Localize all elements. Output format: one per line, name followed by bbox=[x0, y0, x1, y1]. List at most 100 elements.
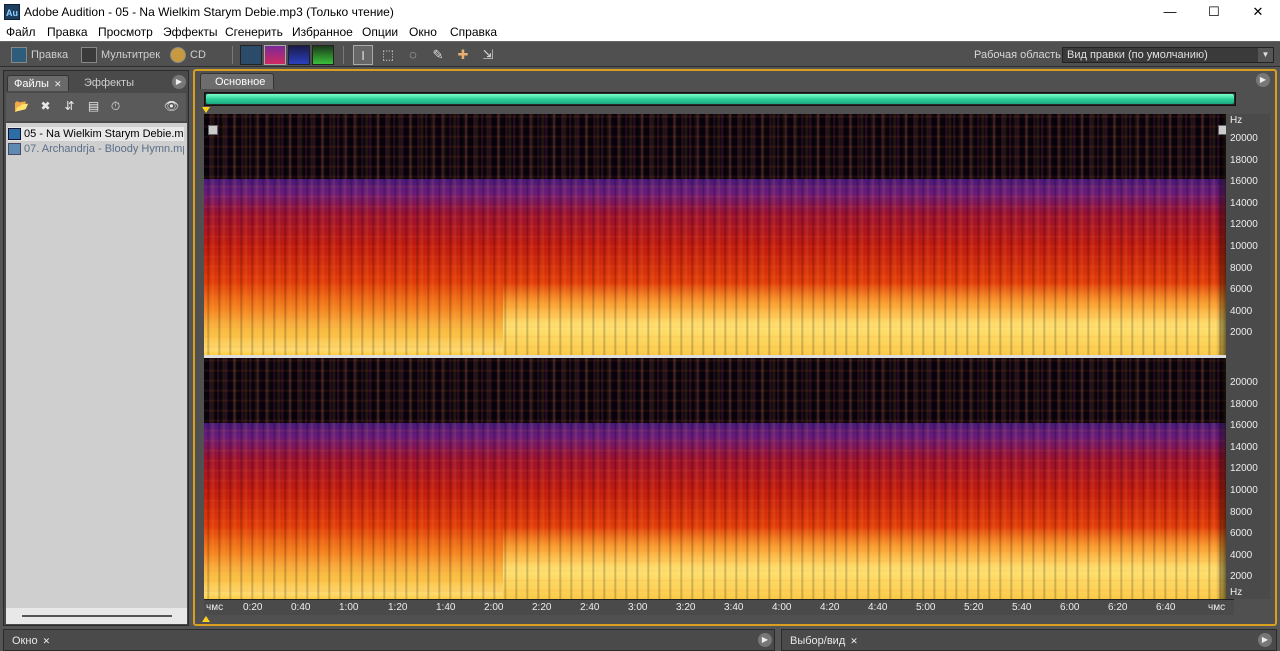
open-file-icon[interactable]: 📂 bbox=[14, 99, 29, 114]
time-ruler[interactable]: чмс 0:20 0:40 1:00 1:20 1:40 2:00 2:20 2… bbox=[204, 599, 1234, 615]
tab-effects-label: Эффекты bbox=[84, 77, 135, 89]
menu-options[interactable]: Опции bbox=[362, 25, 398, 39]
time-label: 1:40 bbox=[436, 602, 456, 613]
time-selection-tool-icon[interactable]: I bbox=[353, 45, 373, 65]
maximize-button[interactable]: ☐ bbox=[1192, 0, 1236, 23]
marquee-tool-icon[interactable]: ⬚ bbox=[378, 45, 398, 65]
main-editor-panel: Основное ▶ Hz 20000 18000 16000 14000 12… bbox=[193, 69, 1277, 626]
tab-window[interactable]: Окно ✕ bbox=[6, 633, 56, 649]
scrollbar-thumb[interactable] bbox=[22, 615, 172, 617]
hz-label: 20000 bbox=[1230, 133, 1258, 144]
tab-effects[interactable]: Эффекты bbox=[78, 75, 140, 91]
hz-label: 18000 bbox=[1230, 155, 1258, 166]
toolbar-separator bbox=[343, 46, 344, 64]
hz-label: 12000 bbox=[1230, 219, 1258, 230]
close-button[interactable]: ✕ bbox=[1236, 0, 1280, 23]
menu-view[interactable]: Просмотр bbox=[98, 25, 153, 39]
time-label: 5:40 bbox=[1012, 602, 1032, 613]
hz-label: 2000 bbox=[1230, 327, 1253, 338]
cd-icon bbox=[170, 47, 186, 63]
panel-menu-icon[interactable]: ▶ bbox=[758, 633, 772, 647]
menu-edit[interactable]: Правка bbox=[47, 25, 88, 39]
hz-label: 6000 bbox=[1230, 284, 1253, 295]
edit-view-label: Правка bbox=[31, 49, 69, 61]
hz-label: 10000 bbox=[1230, 485, 1258, 496]
hz-label: 14000 bbox=[1230, 442, 1258, 453]
menu-favorites[interactable]: Избранное bbox=[292, 25, 353, 39]
tab-main[interactable]: Основное bbox=[200, 73, 275, 89]
list-item[interactable]: 05 - Na Wielkim Starym Debie.mp3 bbox=[8, 127, 184, 141]
edit-view-icon bbox=[11, 47, 27, 63]
tab-selection-view[interactable]: Выбор/вид ✕ bbox=[784, 633, 864, 649]
lasso-tool-icon[interactable]: ◌ bbox=[403, 45, 423, 65]
menu-bar: Файл Правка Просмотр Эффекты Сгенерить И… bbox=[0, 23, 1280, 41]
channel-left[interactable] bbox=[204, 114, 1234, 355]
hz-label: 8000 bbox=[1230, 507, 1253, 518]
hz-label: 20000 bbox=[1230, 377, 1258, 388]
time-label: 4:00 bbox=[772, 602, 792, 613]
panel-menu-icon[interactable]: ▶ bbox=[1258, 633, 1272, 647]
edit-view-button[interactable]: Правка bbox=[9, 45, 68, 65]
workspace-select[interactable]: Вид правки (по умолчанию) ▼ bbox=[1062, 47, 1274, 63]
hz-label: 18000 bbox=[1230, 399, 1258, 410]
file-name: 07. Archandrja - Bloody Hymn.mp3 bbox=[24, 143, 184, 155]
files-panel: Файлы ✕ Эффекты ▶ 📂 ✖ ⇵ ▤ ⏱ 👁 05 - Na Wie… bbox=[3, 70, 189, 626]
tab-files-label: Файлы bbox=[14, 78, 49, 90]
audio-file-icon bbox=[8, 143, 21, 155]
overview-range[interactable] bbox=[206, 94, 1234, 104]
waveform-view-button[interactable] bbox=[240, 45, 262, 65]
multitrack-view-button[interactable]: Мультитрек bbox=[79, 45, 160, 65]
brush-tool-icon[interactable]: ✎ bbox=[428, 45, 448, 65]
menu-file[interactable]: Файл bbox=[6, 25, 36, 39]
time-label: 1:20 bbox=[388, 602, 408, 613]
chevron-down-icon: ▼ bbox=[1258, 48, 1273, 62]
playhead-top-marker[interactable] bbox=[202, 107, 210, 113]
panel-menu-icon[interactable]: ▶ bbox=[172, 75, 186, 89]
insert-multitrack-icon[interactable]: ⇵ bbox=[62, 99, 77, 114]
time-label: 0:40 bbox=[291, 602, 311, 613]
pan-view-button[interactable] bbox=[288, 45, 310, 65]
spectral-view-button[interactable] bbox=[264, 45, 286, 65]
time-label: чмс bbox=[206, 602, 224, 613]
hz-label: 16000 bbox=[1230, 176, 1258, 187]
time-label: 2:20 bbox=[532, 602, 552, 613]
time-label: 3:40 bbox=[724, 602, 744, 613]
list-item[interactable]: 07. Archandrja - Bloody Hymn.mp3 bbox=[8, 142, 184, 156]
hz-label: 10000 bbox=[1230, 241, 1258, 252]
audio-file-icon bbox=[8, 128, 21, 140]
playhead-bottom-marker[interactable] bbox=[202, 616, 210, 622]
play-file-icon[interactable]: ⏱ bbox=[108, 99, 123, 114]
close-icon[interactable]: ✕ bbox=[850, 636, 858, 646]
time-label: 5:20 bbox=[964, 602, 984, 613]
close-icon[interactable]: ✕ bbox=[54, 79, 62, 89]
minimize-button[interactable]: — bbox=[1148, 0, 1192, 23]
time-label: 6:00 bbox=[1060, 602, 1080, 613]
tab-files[interactable]: Файлы ✕ bbox=[7, 75, 69, 91]
multitrack-icon bbox=[81, 47, 97, 63]
show-options-icon[interactable]: 👁 bbox=[164, 99, 179, 114]
phase-view-button[interactable] bbox=[312, 45, 334, 65]
menu-window[interactable]: Окно bbox=[409, 25, 437, 39]
menu-help[interactable]: Справка bbox=[450, 25, 497, 39]
menu-effects[interactable]: Эффекты bbox=[163, 25, 218, 39]
time-label: 5:00 bbox=[916, 602, 936, 613]
hz-label: Hz bbox=[1230, 587, 1243, 598]
scrub-tool-icon[interactable]: ⇲ bbox=[478, 45, 498, 65]
panel-menu-icon[interactable]: ▶ bbox=[1256, 73, 1270, 87]
close-file-icon[interactable]: ✖ bbox=[38, 99, 53, 114]
hz-label: 16000 bbox=[1230, 420, 1258, 431]
channel-right[interactable] bbox=[204, 358, 1234, 599]
tab-selection-view-label: Выбор/вид bbox=[790, 635, 846, 647]
zoom-corner-icon[interactable] bbox=[208, 125, 218, 135]
file-name: 05 - Na Wielkim Starym Debie.mp3 bbox=[24, 128, 184, 140]
spot-healing-tool-icon[interactable]: ✚ bbox=[453, 45, 473, 65]
close-icon[interactable]: ✕ bbox=[43, 636, 51, 646]
overview-bar[interactable] bbox=[204, 92, 1236, 106]
horizontal-scrollbar[interactable] bbox=[6, 608, 187, 624]
cd-view-button[interactable]: CD bbox=[168, 45, 206, 65]
spectral-display[interactable] bbox=[204, 114, 1234, 599]
menu-generate[interactable]: Сгенерить bbox=[225, 25, 283, 39]
hz-label: 4000 bbox=[1230, 550, 1253, 561]
insert-cd-icon[interactable]: ▤ bbox=[86, 99, 101, 114]
frequency-ruler[interactable]: Hz 20000 18000 16000 14000 12000 10000 8… bbox=[1226, 114, 1270, 599]
